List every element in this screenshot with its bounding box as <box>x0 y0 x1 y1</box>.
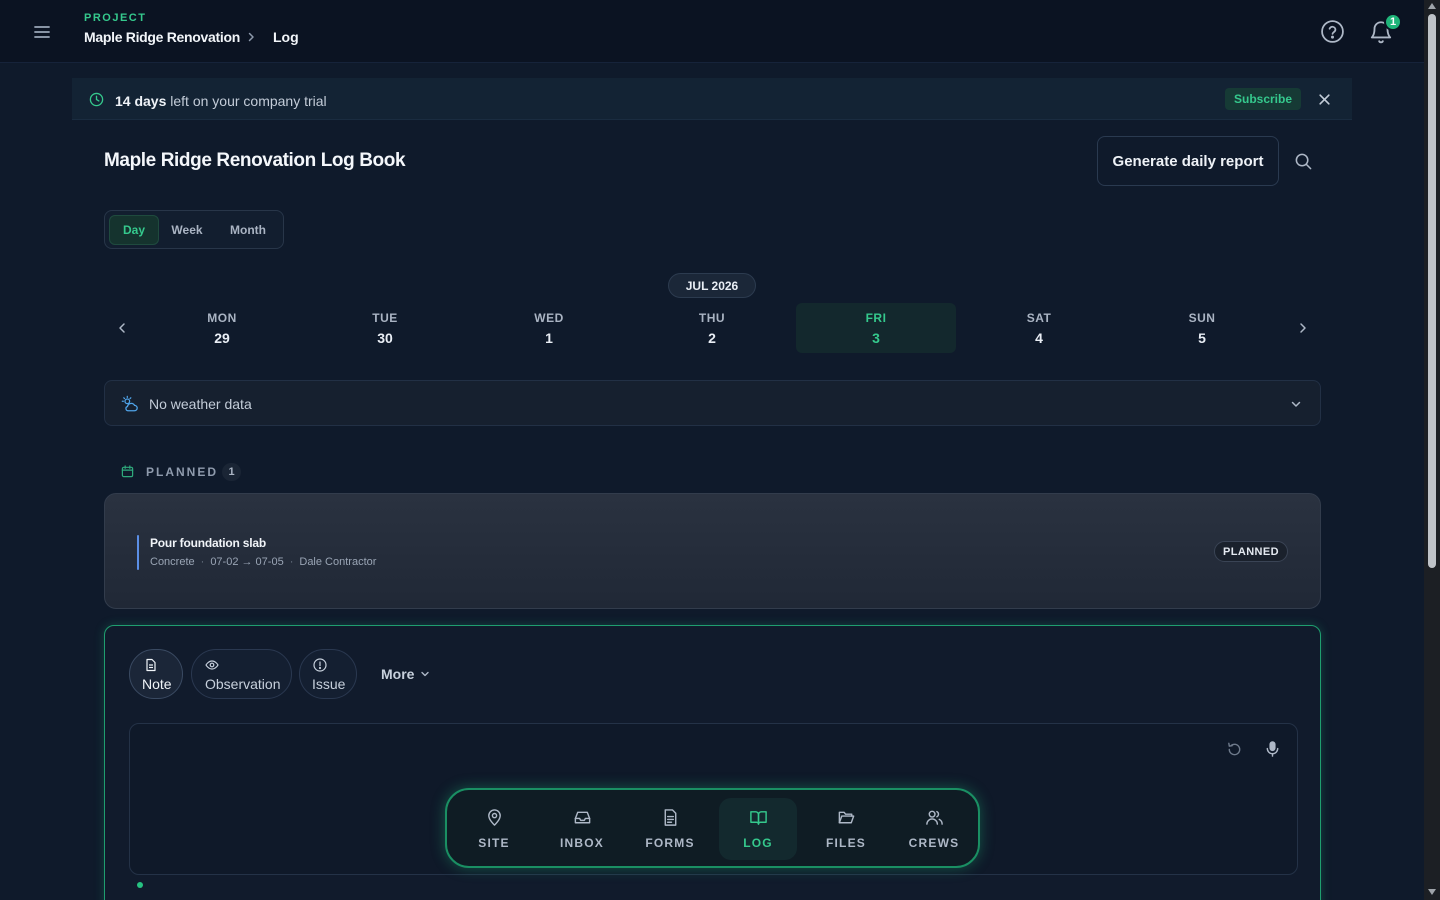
users-icon <box>925 808 944 827</box>
top-bar: PROJECT Maple Ridge Renovation Log 1 <box>0 0 1424 63</box>
task-dates: 07-02 → 07-05 <box>210 556 284 568</box>
card-accent-bar <box>137 535 139 570</box>
day-number: 30 <box>377 330 393 346</box>
chevron-left-icon[interactable] <box>115 321 129 335</box>
calendar-icon <box>121 465 134 478</box>
nav-inbox[interactable]: INBOX <box>543 798 621 860</box>
status-dot <box>137 882 143 888</box>
scroll-down-arrow-icon[interactable] <box>1428 889 1436 895</box>
map-pin-icon <box>485 808 504 827</box>
help-icon[interactable] <box>1320 19 1345 44</box>
day-cell-mon[interactable]: MON 29 <box>142 303 302 353</box>
breadcrumb-project-name[interactable]: Maple Ridge Renovation <box>84 29 240 45</box>
planned-task-card[interactable]: Pour foundation slab Concrete · 07-02 → 07… <box>104 493 1321 609</box>
day-name: FRI <box>865 311 887 325</box>
nav-label: SITE <box>478 836 510 850</box>
chevron-right-icon <box>245 31 257 43</box>
day-name: TUE <box>372 311 398 325</box>
nav-label: FILES <box>825 836 866 850</box>
day-cell-wed[interactable]: WED 1 <box>469 303 629 353</box>
day-cell-thu[interactable]: THU 2 <box>632 303 792 353</box>
breadcrumb-project-label: PROJECT <box>84 12 147 24</box>
weather-status: No weather data <box>149 396 252 412</box>
nav-label: FORMS <box>645 836 695 850</box>
month-label[interactable]: JUL 2026 <box>668 273 756 298</box>
trial-message-text: left on your company trial <box>166 93 327 109</box>
day-cell-sun[interactable]: SUN 5 <box>1122 303 1282 353</box>
undo-icon[interactable] <box>1226 741 1243 758</box>
trial-days: 14 days <box>115 93 167 109</box>
weather-panel[interactable]: No weather data <box>104 380 1321 426</box>
bottom-navigation: SITE INBOX FORMS LOG FILES CREWS <box>445 788 980 868</box>
entry-type-observation[interactable]: Observation <box>191 649 292 699</box>
view-week-option[interactable]: Week <box>163 215 211 245</box>
inbox-icon <box>573 808 592 827</box>
cloud-sun-icon <box>121 395 139 413</box>
scroll-up-arrow-icon[interactable] <box>1428 3 1436 9</box>
nav-site[interactable]: SITE <box>455 798 533 860</box>
hamburger-menu-icon[interactable] <box>30 20 54 44</box>
scrollbar-thumb[interactable] <box>1428 14 1436 568</box>
day-number: 1 <box>545 330 553 346</box>
day-name: WED <box>534 311 564 325</box>
entry-type-label: Note <box>142 676 172 692</box>
view-day-option[interactable]: Day <box>109 215 159 245</box>
chevron-down-icon[interactable] <box>1290 398 1302 410</box>
entry-type-label: Observation <box>205 676 281 692</box>
view-toggle: Day Week Month <box>104 210 284 249</box>
day-cell-fri-selected[interactable]: FRI 3 <box>796 303 956 353</box>
folder-open-icon <box>837 808 856 827</box>
day-number: 2 <box>708 330 716 346</box>
trial-banner: 14 days left on your company trial Subsc… <box>72 78 1352 120</box>
generate-daily-report-button[interactable]: Generate daily report <box>1097 136 1279 186</box>
task-assignee: Dale Contractor <box>299 556 377 568</box>
chevron-right-icon[interactable] <box>1296 321 1310 335</box>
alert-circle-icon <box>313 658 327 672</box>
entry-type-note[interactable]: Note <box>129 649 183 699</box>
task-title: Pour foundation slab <box>150 536 266 550</box>
notification-count-badge: 1 <box>1384 13 1402 31</box>
nav-label: LOG <box>743 836 773 850</box>
day-number: 3 <box>872 330 880 346</box>
planned-count-badge: 1 <box>222 463 241 481</box>
day-name: MON <box>207 311 237 325</box>
document-icon <box>661 808 680 827</box>
nav-log-active[interactable]: LOG <box>719 798 797 860</box>
book-open-icon <box>749 808 768 827</box>
page-title: Maple Ridge Renovation Log Book <box>104 150 406 171</box>
close-icon[interactable] <box>1318 93 1331 106</box>
document-icon <box>144 658 158 672</box>
view-month-option[interactable]: Month <box>217 215 279 245</box>
day-number: 29 <box>214 330 230 346</box>
planned-section-label: PLANNED <box>146 465 219 479</box>
nav-crews[interactable]: CREWS <box>895 798 973 860</box>
chevron-down-icon <box>420 669 430 679</box>
day-number: 5 <box>1198 330 1206 346</box>
day-name: THU <box>698 311 726 325</box>
clock-icon <box>89 92 104 107</box>
task-trade: Concrete <box>150 556 195 568</box>
breadcrumb-current-page: Log <box>273 29 299 45</box>
status-badge: PLANNED <box>1214 541 1288 562</box>
task-meta: Concrete · 07-02 → 07-05 · Dale Contractor <box>150 556 377 568</box>
day-number: 4 <box>1035 330 1043 346</box>
microphone-icon[interactable] <box>1264 740 1281 758</box>
entry-type-label: Issue <box>312 676 346 692</box>
entry-type-issue[interactable]: Issue <box>299 649 357 699</box>
more-label: More <box>381 666 415 682</box>
nav-label: INBOX <box>559 836 604 850</box>
page-scrollbar[interactable] <box>1424 0 1440 900</box>
nav-forms[interactable]: FORMS <box>631 798 709 860</box>
day-name: SUN <box>1188 311 1216 325</box>
nav-label: CREWS <box>908 836 960 850</box>
trial-message: 14 days left on your company trial <box>115 93 327 109</box>
day-cell-tue[interactable]: TUE 30 <box>305 303 465 353</box>
eye-icon <box>205 658 219 672</box>
nav-files[interactable]: FILES <box>807 798 885 860</box>
day-cell-sat[interactable]: SAT 4 <box>959 303 1119 353</box>
subscribe-button[interactable]: Subscribe <box>1225 88 1301 110</box>
search-icon[interactable] <box>1294 152 1313 171</box>
more-types-dropdown[interactable]: More <box>381 666 430 682</box>
day-name: SAT <box>1026 311 1052 325</box>
